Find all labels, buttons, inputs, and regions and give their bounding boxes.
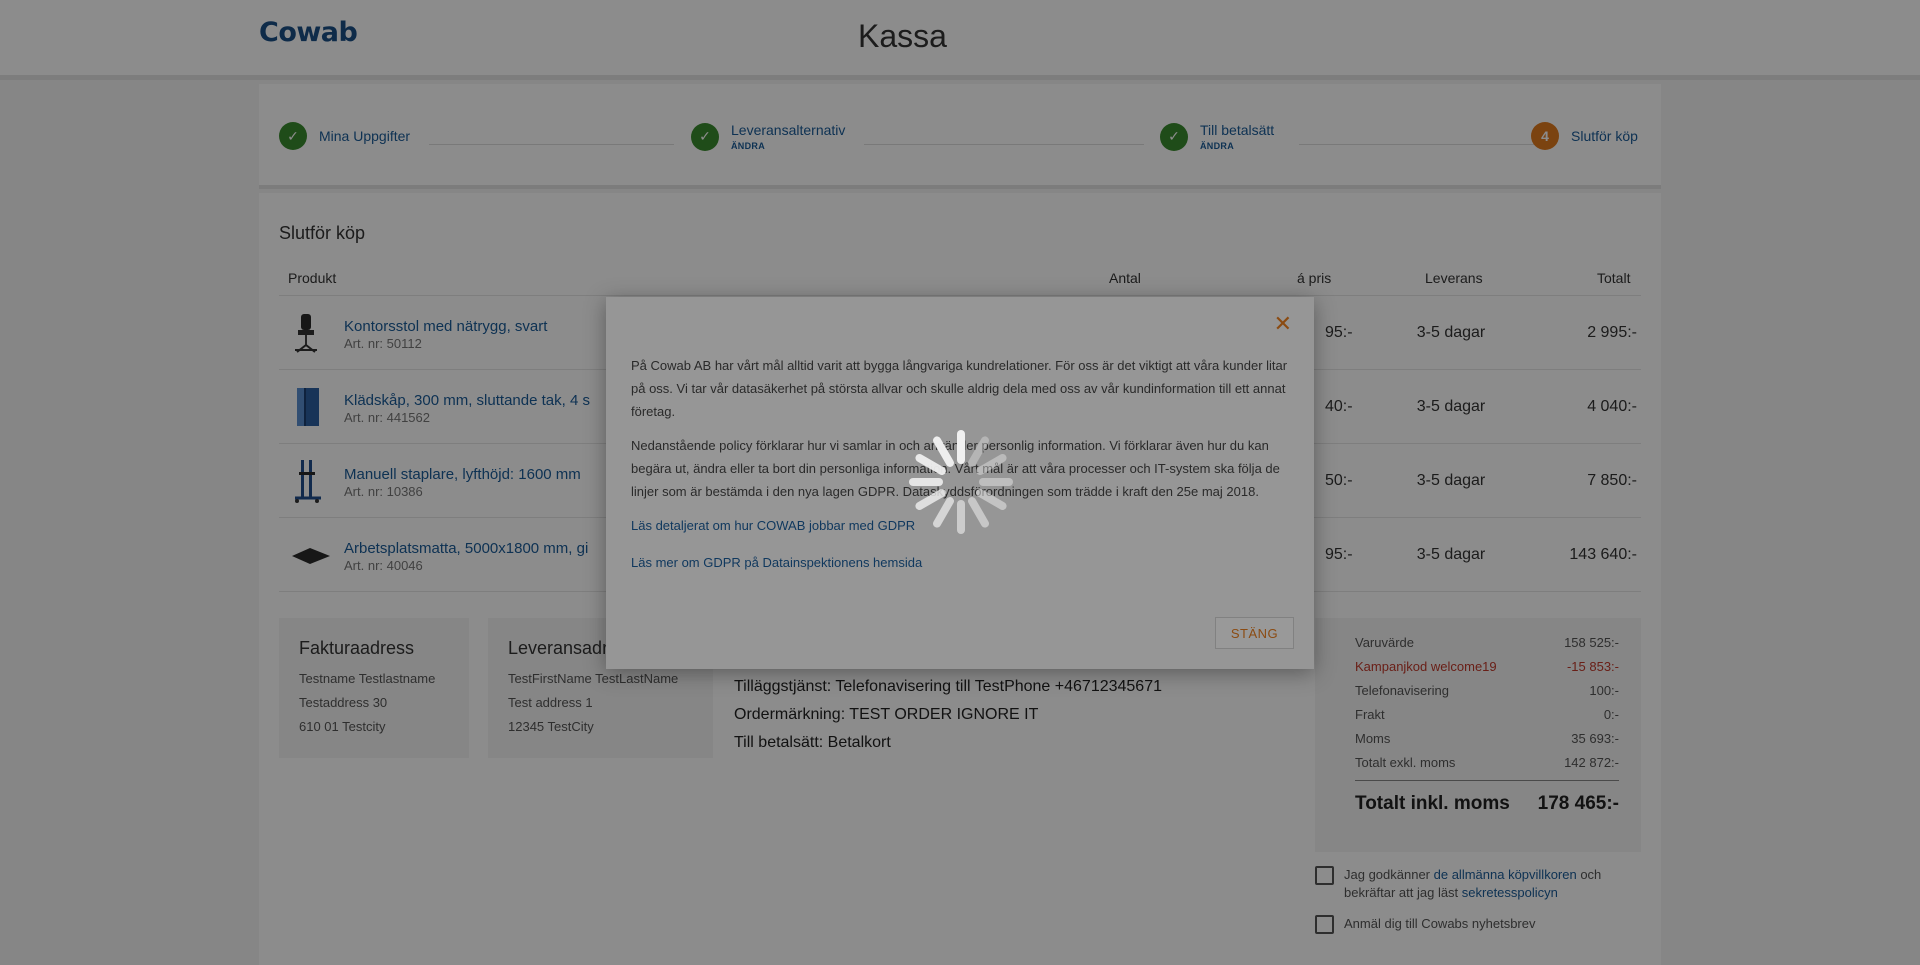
loading-spinner-icon bbox=[909, 430, 1013, 534]
